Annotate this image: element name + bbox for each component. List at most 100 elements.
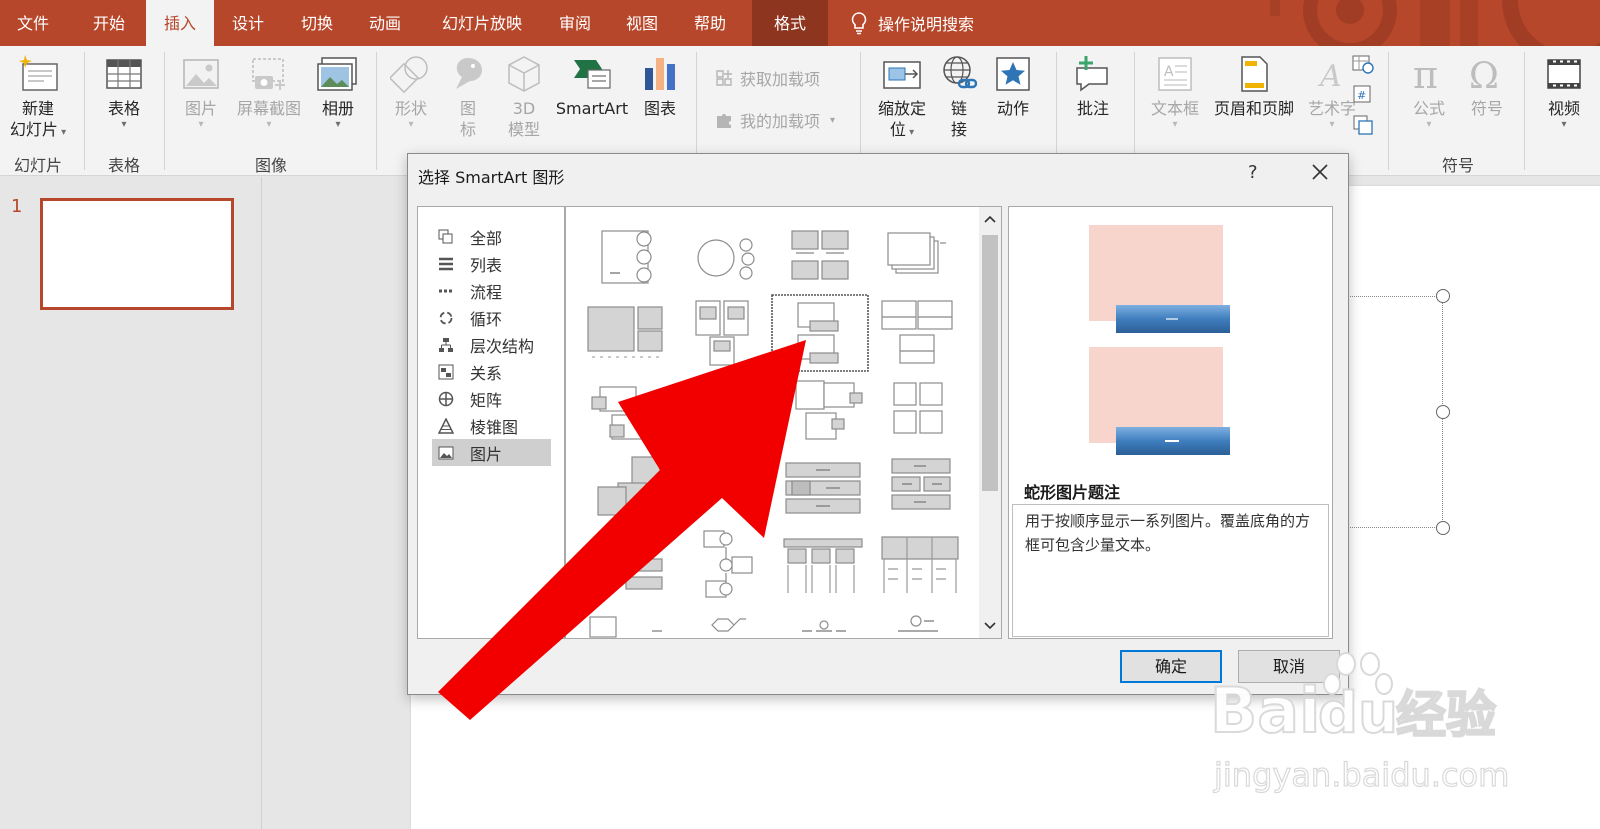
layout-thumb-15[interactable] [599,558,663,590]
photo-album-button[interactable]: 相册 ▾ [306,54,370,131]
comment-button[interactable]: 批注 [1064,54,1122,119]
layout-thumb-16[interactable] [703,530,753,598]
tab-slideshow[interactable]: 幻灯片放映 [424,0,540,46]
header-footer-button[interactable]: 页眉和页脚 [1206,54,1302,119]
gallery-scrollbar[interactable] [979,207,1001,638]
svg-text:#: # [1357,89,1366,102]
tab-view[interactable]: 视图 [610,0,674,46]
layout-thumb-10[interactable] [795,380,863,440]
get-addins-button[interactable]: 获取加载项 [714,66,820,90]
table-label: 表格 [107,99,140,118]
category-hierarchy[interactable]: 层次结构 [432,331,551,358]
ok-button[interactable]: 确定 [1120,650,1222,683]
watermark-url: jingyan.baidu.com [1213,756,1509,794]
layout-thumb-9[interactable] [591,386,649,440]
tab-help[interactable]: 帮助 [678,0,742,46]
scroll-thumb[interactable] [982,235,998,491]
layout-thumb-2[interactable] [697,238,755,280]
layout-thumb-20[interactable] [711,618,746,632]
category-process[interactable]: 流程 [432,277,551,304]
svg-text:π: π [1413,54,1438,94]
tab-design[interactable]: 设计 [216,0,280,46]
tab-animations[interactable]: 动画 [352,0,418,46]
chevron-down-icon: ▾ [335,119,341,130]
layout-thumb-21[interactable] [802,620,846,632]
layout-thumb-4[interactable] [887,232,946,274]
resize-handle-top-right[interactable] [1436,289,1450,303]
close-icon[interactable] [1308,160,1332,184]
chart-label: 图表 [643,99,676,118]
preview-title: 蛇形图片题注 [1024,483,1121,502]
layout-thumb-5[interactable] [587,306,663,358]
chevron-down-icon[interactable] [983,620,997,632]
tab-file[interactable]: 文件 [2,0,64,46]
group-label-tables: 表格 [107,156,140,175]
tab-format[interactable]: 格式 [752,0,828,46]
3d-models-button[interactable]: 3D 模型 [496,54,552,140]
link-button[interactable]: 链 接 [936,54,982,140]
symbol-button[interactable]: Ω 符号 [1458,54,1516,119]
layout-thumb-19[interactable] [589,616,662,638]
layout-thumb-12[interactable] [597,456,661,516]
group-separator [84,52,85,170]
chevron-down-icon: ▾ [1426,119,1432,130]
hierarchy-icon [438,337,458,353]
tab-transitions[interactable]: 切换 [284,0,350,46]
new-slide-label-1: 新建 [21,99,54,118]
resize-handle-right[interactable] [1436,405,1450,419]
shapes-button[interactable]: 形状 ▾ [382,54,440,131]
chart-button[interactable]: 图表 [634,54,686,119]
my-addins-button[interactable]: 我的加载项 ▾ [714,108,835,132]
chevron-up-icon[interactable] [983,213,997,225]
layout-thumb-8[interactable] [881,300,953,364]
dialog-help-button[interactable]: ? [1248,162,1258,183]
tab-review[interactable]: 审阅 [544,0,606,46]
screenshot-button[interactable]: 屏幕截图 ▾ [232,54,306,131]
category-relationship[interactable]: 关系 [432,358,551,385]
header-footer-label: 页眉和页脚 [1213,99,1294,118]
watermark-brand: Bai [1210,674,1320,747]
slide-thumbnail[interactable] [40,198,234,310]
action-label: 动作 [996,99,1029,118]
matrix-icon [438,391,458,407]
store-grid-icon [716,70,732,86]
textbox-button[interactable]: A 文本框 ▾ [1142,54,1208,131]
tab-insert[interactable]: 插入 [146,0,214,46]
zoom-button[interactable]: 缩放定 位 ▾ [870,54,934,140]
layout-thumb-13[interactable] [785,462,861,514]
new-slide-label-2: 幻灯片 [9,120,58,139]
new-slide-icon [19,55,58,91]
layout-thumb-1[interactable] [601,230,652,284]
video-button[interactable]: 视频 ▾ [1534,54,1594,131]
smartart-icon [574,60,611,89]
group-separator [1524,52,1525,170]
smartart-button[interactable]: SmartArt [552,54,632,119]
all-layouts-icon [438,229,458,245]
layout-thumb-17[interactable] [783,538,863,593]
action-button[interactable]: 动作 [984,54,1042,119]
tab-home[interactable]: 开始 [76,0,142,46]
layout-thumb-11[interactable] [893,382,943,434]
category-matrix[interactable]: 矩阵 [432,385,551,412]
category-all[interactable]: 全部 [432,223,551,250]
picture-button[interactable]: 图片 ▾ [172,54,230,131]
equation-button[interactable]: π 公式 ▾ [1400,54,1458,131]
resize-handle-bottom-right[interactable] [1436,521,1450,535]
category-picture[interactable]: 图片 [432,439,551,466]
table-button[interactable]: 表格 ▾ [92,54,156,131]
chevron-down-icon: ▾ [57,127,67,138]
layout-thumb-14[interactable] [891,458,951,510]
layout-thumb-18[interactable] [881,536,959,593]
category-list-type[interactable]: 列表 [432,250,551,277]
new-slide-button[interactable]: 新建 幻灯片 ▾ [2,54,74,140]
category-pyramid[interactable]: 棱锥图 [432,412,551,439]
tell-me-search[interactable]: 操作说明搜索 [850,0,974,46]
layout-thumb-6[interactable] [695,300,749,366]
layout-gallery [565,206,1002,639]
layout-thumb-22[interactable] [898,615,938,632]
icons-button[interactable]: 图 标 [442,54,494,140]
layout-thumb-7-selected[interactable] [771,294,869,372]
pi-icon: π [1413,54,1438,94]
layout-thumb-3[interactable] [791,230,849,280]
category-cycle[interactable]: 循环 [432,304,551,331]
